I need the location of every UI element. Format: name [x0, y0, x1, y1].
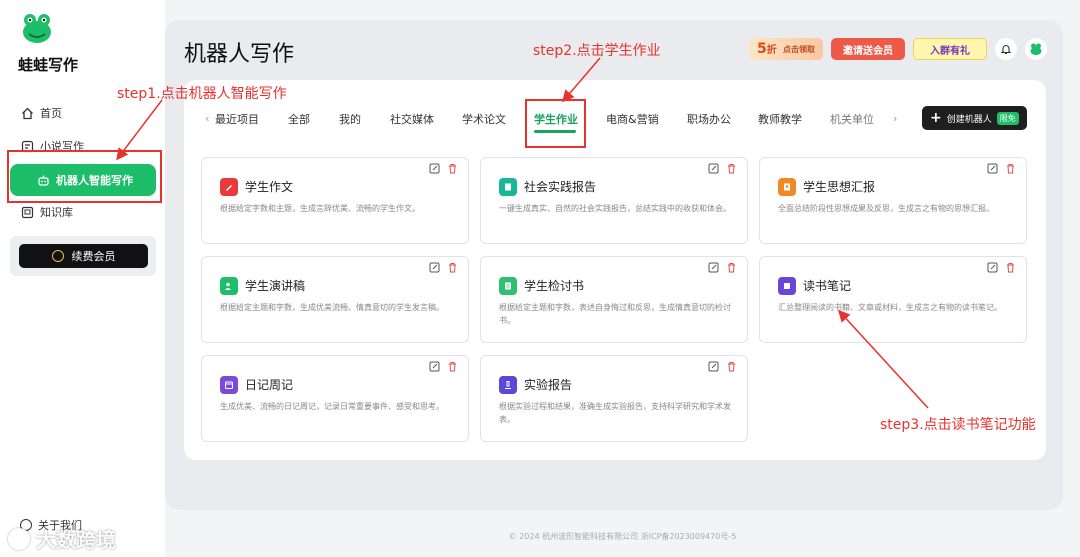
card-diary[interactable]: 日记周记 生成优美、流畅的日记周记，记录日常重要事件、感受和思考。 [201, 355, 469, 442]
note-icon [778, 277, 796, 295]
delete-icon[interactable] [1004, 261, 1016, 273]
tab-ecommerce[interactable]: 电商&营销 [606, 111, 659, 127]
step1-highlight-box [7, 150, 162, 203]
edit-icon[interactable] [707, 360, 719, 372]
card-description: 根据实验过程和结果，准确生成实验报告，支持科学研究和学术发表。 [499, 402, 731, 424]
free-badge: 限免 [996, 111, 1019, 125]
tabs-next-icon[interactable]: › [893, 112, 897, 125]
card-self-criticism[interactable]: 学生检讨书 根据给定主题和字数，表述自身悔过和反思，生成情真意切的检讨书。 [480, 256, 748, 343]
sidebar-item-label: 首页 [40, 107, 62, 120]
library-icon [20, 205, 34, 219]
delete-icon[interactable] [725, 360, 737, 372]
step2-highlight-box [525, 99, 586, 148]
step2-annotation: step2.点击学生作业 [533, 43, 661, 59]
footer-copyright: © 2024 杭州波形智能科技有限公司 浙ICP备2023009470号-5 [508, 532, 737, 541]
card-title: 日记周记 [245, 378, 294, 392]
home-icon [20, 106, 34, 120]
tab-mine[interactable]: 我的 [339, 111, 361, 127]
card-description: 根据给定主题和字数，生成优美流畅、情真意切的学生发言稿。 [220, 303, 444, 312]
edit-icon[interactable] [986, 261, 998, 273]
delete-icon[interactable] [446, 261, 458, 273]
card-description: 根据给定主题和字数，表述自身悔过和反思，生成情真意切的检讨书。 [499, 303, 731, 325]
card-title: 社会实践报告 [524, 180, 597, 194]
card-description: 生成优美、流畅的日记周记，记录日常重要事件、感受和思考。 [220, 402, 444, 411]
card-description: 汇总整理阅读的书籍、文章或材料，生成言之有物的读书笔记。 [778, 303, 1002, 312]
sidebar-item-label: 知识库 [40, 206, 73, 219]
document-icon [499, 277, 517, 295]
card-description: 一键生成真实、自然的社会实践报告，总结实践中的收获和体会。 [499, 204, 731, 213]
card-lab-report[interactable]: 实验报告 根据实验过程和结果，准确生成实验报告，支持科学研究和学术发表。 [480, 355, 748, 442]
pen-icon [220, 178, 238, 196]
card-title: 学生思想汇报 [803, 180, 876, 194]
main-area: 机器人写作 5折 点击领取 邀请送会员 入群有礼 ‹ 最近项目 全部 我的 社交… [165, 20, 1063, 510]
edit-icon[interactable] [428, 162, 440, 174]
edit-icon[interactable] [428, 261, 440, 273]
tab-academic[interactable]: 学术论文 [462, 111, 506, 127]
card-title: 学生演讲稿 [245, 279, 306, 293]
invite-button[interactable]: 邀请送会员 [831, 38, 905, 60]
discount-badge[interactable]: 5折 点击领取 [749, 38, 823, 60]
discount-unit: 折 [766, 45, 777, 56]
delete-icon[interactable] [725, 261, 737, 273]
card-title: 读书笔记 [803, 279, 852, 293]
create-robot-button[interactable]: + 创建机器人 限免 [922, 106, 1027, 130]
edit-icon[interactable] [707, 162, 719, 174]
card-title: 学生检讨书 [524, 279, 585, 293]
card-student-speech[interactable]: 学生演讲稿 根据给定主题和字数，生成优美流畅、情真意切的学生发言稿。 [201, 256, 469, 343]
card-title: 学生作文 [245, 180, 294, 194]
tab-all[interactable]: 全部 [288, 111, 310, 127]
delete-icon[interactable] [1004, 162, 1016, 174]
brand-name: 蛙蛙写作 [18, 56, 79, 74]
microscope-icon [499, 376, 517, 394]
speaker-icon [220, 277, 238, 295]
join-group-button[interactable]: 入群有礼 [913, 38, 987, 60]
frog-logo-icon[interactable] [20, 12, 54, 46]
vip-label: 续费会员 [71, 250, 116, 263]
tab-teaching[interactable]: 教师教学 [758, 111, 802, 127]
create-label: 创建机器人 [946, 114, 992, 125]
notification-bell-icon[interactable] [995, 38, 1017, 60]
user-avatar[interactable] [1025, 38, 1047, 60]
tab-recent[interactable]: 最近项目 [215, 111, 259, 127]
idea-icon [778, 178, 796, 196]
robot-panel: ‹ 最近项目 全部 我的 社交媒体 学术论文 学生作业 电商&营销 职场办公 教… [184, 80, 1046, 460]
tab-workplace[interactable]: 职场办公 [687, 111, 731, 127]
tab-social-media[interactable]: 社交媒体 [390, 111, 434, 127]
tabs-prev-icon[interactable]: ‹ [205, 112, 209, 125]
report-icon [499, 178, 517, 196]
card-thought-report[interactable]: 学生思想汇报 全面总结阶段性思想成果及反思，生成言之有物的思想汇报。 [759, 157, 1027, 244]
sidebar-item-home[interactable]: 首页 [20, 99, 62, 127]
step3-annotation: step3.点击读书笔记功能 [880, 417, 1036, 433]
edit-icon[interactable] [707, 261, 719, 273]
edit-icon[interactable] [986, 162, 998, 174]
card-title: 实验报告 [524, 378, 573, 392]
vip-crown-icon [51, 250, 64, 262]
edit-icon[interactable] [428, 360, 440, 372]
card-social-practice-report[interactable]: 社会实践报告 一键生成真实、自然的社会实践报告，总结实践中的收获和体会。 [480, 157, 748, 244]
category-tabs: ‹ 最近项目 全部 我的 社交媒体 学术论文 学生作业 电商&营销 职场办公 教… [184, 80, 1046, 156]
calendar-icon [220, 376, 238, 394]
plus-icon: + [930, 110, 942, 126]
card-description: 全面总结阶段性思想成果及反思，生成言之有物的思想汇报。 [778, 204, 994, 213]
step1-annotation: step1.点击机器人智能写作 [117, 86, 287, 102]
card-student-essay[interactable]: 学生作文 根据给定字数和主题，生成言辞优美、流畅的学生作文。 [201, 157, 469, 244]
card-description: 根据给定字数和主题，生成言辞优美、流畅的学生作文。 [220, 204, 420, 213]
discount-cta: 点击领取 [783, 44, 815, 54]
renew-vip-button[interactable]: 续费会员 [19, 244, 148, 268]
header-actions: 5折 点击领取 邀请送会员 入群有礼 [749, 38, 1047, 60]
tab-government[interactable]: 机关单位 [830, 111, 874, 127]
card-reading-notes[interactable]: 读书笔记 汇总整理阅读的书籍、文章或材料，生成言之有物的读书笔记。 [759, 256, 1027, 343]
page-title: 机器人写作 [184, 42, 295, 67]
vip-panel: 续费会员 [10, 236, 156, 276]
delete-icon[interactable] [725, 162, 737, 174]
delete-icon[interactable] [446, 162, 458, 174]
delete-icon[interactable] [446, 360, 458, 372]
discount-value: 5 [757, 41, 767, 57]
